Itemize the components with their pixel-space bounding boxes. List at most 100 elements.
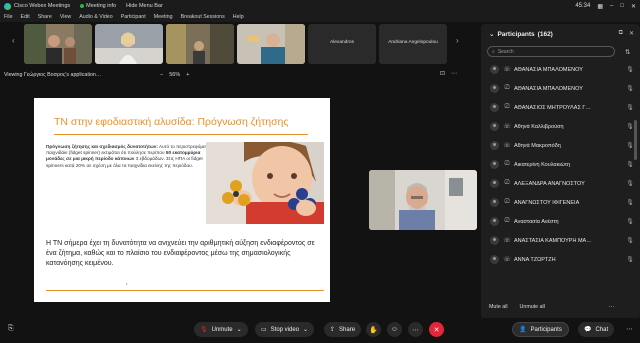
more-panels-icon[interactable]: ⋯ [626, 325, 633, 333]
participant-row[interactable]: ⎚ Αναστασία Ανέστη 🎙 [487, 212, 634, 231]
chevron-down-icon[interactable]: ⌄ [237, 326, 242, 333]
close-icon[interactable]: ✕ [631, 3, 636, 10]
zoom-in-icon[interactable]: + [186, 72, 189, 78]
avatar [490, 65, 499, 74]
participant-row[interactable]: ⎚ Αικατερίνη Κουλακιώτη 🎙 [487, 155, 634, 174]
unmute-button[interactable]: 🎙 Unmute ⌄ [194, 322, 248, 337]
leave-meeting-icon[interactable]: ✕ [429, 322, 444, 337]
muted-mic-icon[interactable]: 🎙 [626, 85, 634, 92]
participants-header: ⌄ Participants (162) [489, 30, 553, 39]
muted-mic-icon[interactable]: 🎙 [626, 142, 634, 149]
webex-logo-icon [4, 2, 11, 10]
chat-button[interactable]: 💬 Chat [578, 322, 615, 337]
participant-list: ☏ ΑΘΑΝΑΣΙΑ ΜΠΑΛΟΜΕΝΟΥ 🎙 ⎚ ΑΘΑΝΑΣΙΑ ΜΠΑΛΟ… [487, 60, 634, 269]
menu-participant[interactable]: Participant [121, 14, 146, 20]
participants-icon: 👤 [519, 327, 527, 333]
active-speaker-video[interactable] [369, 170, 477, 230]
video-thumbnail-andriana[interactable]: Andriana Angelopoulou [379, 24, 447, 64]
avatar [490, 198, 499, 207]
video-icon: ⎚ [504, 180, 510, 186]
more-options-icon[interactable]: ⋯ [408, 322, 423, 337]
phone-icon: ☏ [503, 257, 511, 263]
participant-row[interactable]: ☏ Αθηνά Καλλιβρούση 🎙 [487, 117, 634, 136]
participant-row[interactable]: ⎚ ΑΘΑΝΑΣΙΟΣ ΜΗΤΡΟΥΛΑΣ Γ… 🎙 [487, 98, 634, 117]
hide-menu-bar-button[interactable]: Hide Menu Bar [126, 3, 163, 9]
avatar [490, 179, 499, 188]
popout-icon[interactable]: ⧉ [619, 30, 623, 37]
muted-mic-icon[interactable]: 🎙 [626, 237, 634, 244]
participant-name: ΑΝΑΓΝΩΣΤΟΥ ΙΦΙΓΕΝΕΙΑ [514, 199, 580, 206]
participant-list-scrollbar[interactable] [634, 120, 637, 160]
participant-search-input[interactable]: ⌕ Search [487, 46, 615, 57]
participant-row[interactable]: ☏ Αθηνά Μακροπόδη 🎙 [487, 136, 634, 155]
menu-breakout-sessions[interactable]: Breakout Sessions [181, 14, 225, 20]
participant-row[interactable]: ⎚ ΑΝΑΓΝΩΣΤΟΥ ΙΦΙΓΕΝΕΙΑ 🎙 [487, 193, 634, 212]
share-icon: ⇪ [330, 327, 336, 333]
thumbnails-prev-icon[interactable]: ‹ [12, 36, 15, 45]
stop-video-button[interactable]: ▭ Stop video ⌄ [255, 322, 315, 337]
slide-photo-child-with-fidget-spinner [206, 142, 324, 224]
share-button[interactable]: ⇪ Share [324, 322, 362, 337]
video-icon: ⎚ [504, 104, 510, 110]
raise-hand-icon[interactable]: ✋ [366, 322, 381, 337]
menu-bar: File Edit Share View Audio & Video Parti… [0, 12, 640, 22]
mute-all-button[interactable]: Mute all [489, 304, 508, 310]
muted-mic-icon[interactable]: 🎙 [626, 66, 634, 73]
zoom-out-icon[interactable]: − [160, 72, 163, 78]
thumbnails-next-icon[interactable]: › [456, 36, 459, 45]
slide-main-text: Η ΤΝ σήμερα έχει τη δυνατότητα να ανιχνε… [46, 240, 315, 267]
slide-title: ΤΝ στην εφοδιαστική αλυσίδα: Πρόγνωση ζή… [54, 116, 289, 128]
maximize-icon[interactable]: □ [620, 3, 624, 9]
video-thumbnail[interactable] [237, 24, 305, 64]
sort-icon[interactable]: ⇅ [625, 48, 630, 56]
layout-icon[interactable]: ▦ [597, 3, 603, 10]
collapse-chevron-icon[interactable]: ⌄ [489, 30, 494, 38]
muted-mic-icon[interactable]: 🎙 [626, 218, 634, 225]
participant-row[interactable]: ☏ ΑΘΑΝΑΣΙΑ ΜΠΑΛΟΜΕΝΟΥ 🎙 [487, 60, 634, 79]
menu-view[interactable]: View [60, 14, 71, 20]
muted-mic-icon[interactable]: 🎙 [626, 199, 634, 206]
participant-row[interactable]: ⎚ ΑΛΕΞΑΝΔΡΑ ΑΝΑΓΝΟΣΤΟΥ 🎙 [487, 174, 634, 193]
chat-label: Chat [595, 326, 609, 333]
muted-mic-icon[interactable]: 🎙 [626, 161, 634, 168]
muted-mic-icon[interactable]: 🎙 [626, 104, 634, 111]
more-options-icon[interactable]: ⋯ [609, 304, 614, 310]
close-panel-icon[interactable]: ✕ [629, 30, 634, 37]
unmute-all-button[interactable]: Unmute all [520, 304, 545, 310]
captions-icon[interactable]: ⎘ [8, 325, 14, 333]
participant-row[interactable]: ☏ ΑΝΑΣΤΑΣΙΑ ΚΑΜΠΟΥΡΗ ΜΑ… 🎙 [487, 231, 634, 250]
viewing-label: Viewing Γεώργιος Βοσρος's application… [4, 72, 102, 78]
zoom-level[interactable]: 56% [169, 72, 180, 78]
video-thumbnail[interactable] [24, 24, 92, 64]
shared-slide: ΤΝ στην εφοδιαστική αλυσίδα: Πρόγνωση ζή… [34, 98, 330, 302]
avatar [490, 122, 499, 131]
chevron-down-icon[interactable]: ⌄ [303, 326, 308, 333]
participant-row[interactable]: ☏ ΑΝΝΑ ΤΖΩΡΤΖΗ 🎙 [487, 250, 634, 269]
participant-name: Αικατερίνη Κουλακιώτη [514, 161, 570, 168]
video-thumbnail-alexandros[interactable]: Alexandros [308, 24, 376, 64]
speaker-video-feed [369, 170, 477, 230]
participant-row[interactable]: ⎚ ΑΘΑΝΑΣΙΑ ΜΠΑΛΟΜΕΝΟΥ 🎙 [487, 79, 634, 98]
meeting-info-button[interactable]: Meeting info [80, 3, 116, 9]
muted-mic-icon[interactable]: 🎙 [626, 256, 634, 263]
menu-file[interactable]: File [4, 14, 13, 20]
participant-name: ΑΝΑΣΤΑΣΙΑ ΚΑΜΠΟΥΡΗ ΜΑ… [514, 237, 592, 244]
reactions-icon[interactable]: ☺ [387, 322, 402, 337]
meeting-controls: ⎘ 🎙 Unmute ⌄ ▭ Stop video ⌄ ⇪ Share ✋ ☺ … [0, 318, 640, 343]
menu-audio-video[interactable]: Audio & Video [79, 14, 112, 20]
muted-mic-icon[interactable]: 🎙 [626, 123, 634, 130]
participant-video [166, 24, 234, 64]
view-options-icon[interactable]: ⊡ [440, 70, 445, 80]
menu-meeting[interactable]: Meeting [154, 14, 173, 20]
more-options-icon[interactable]: ⋯ [451, 70, 457, 80]
video-thumbnail[interactable] [95, 24, 163, 64]
menu-share[interactable]: Share [38, 14, 52, 20]
muted-mic-icon[interactable]: 🎙 [626, 180, 634, 187]
avatar [490, 141, 499, 150]
participants-button[interactable]: 👤 Participants [512, 322, 569, 337]
menu-edit[interactable]: Edit [21, 14, 30, 20]
participants-title: Participants [497, 30, 535, 38]
minimize-icon[interactable]: – [610, 3, 613, 9]
menu-help[interactable]: Help [233, 14, 244, 20]
video-thumbnail[interactable] [166, 24, 234, 64]
